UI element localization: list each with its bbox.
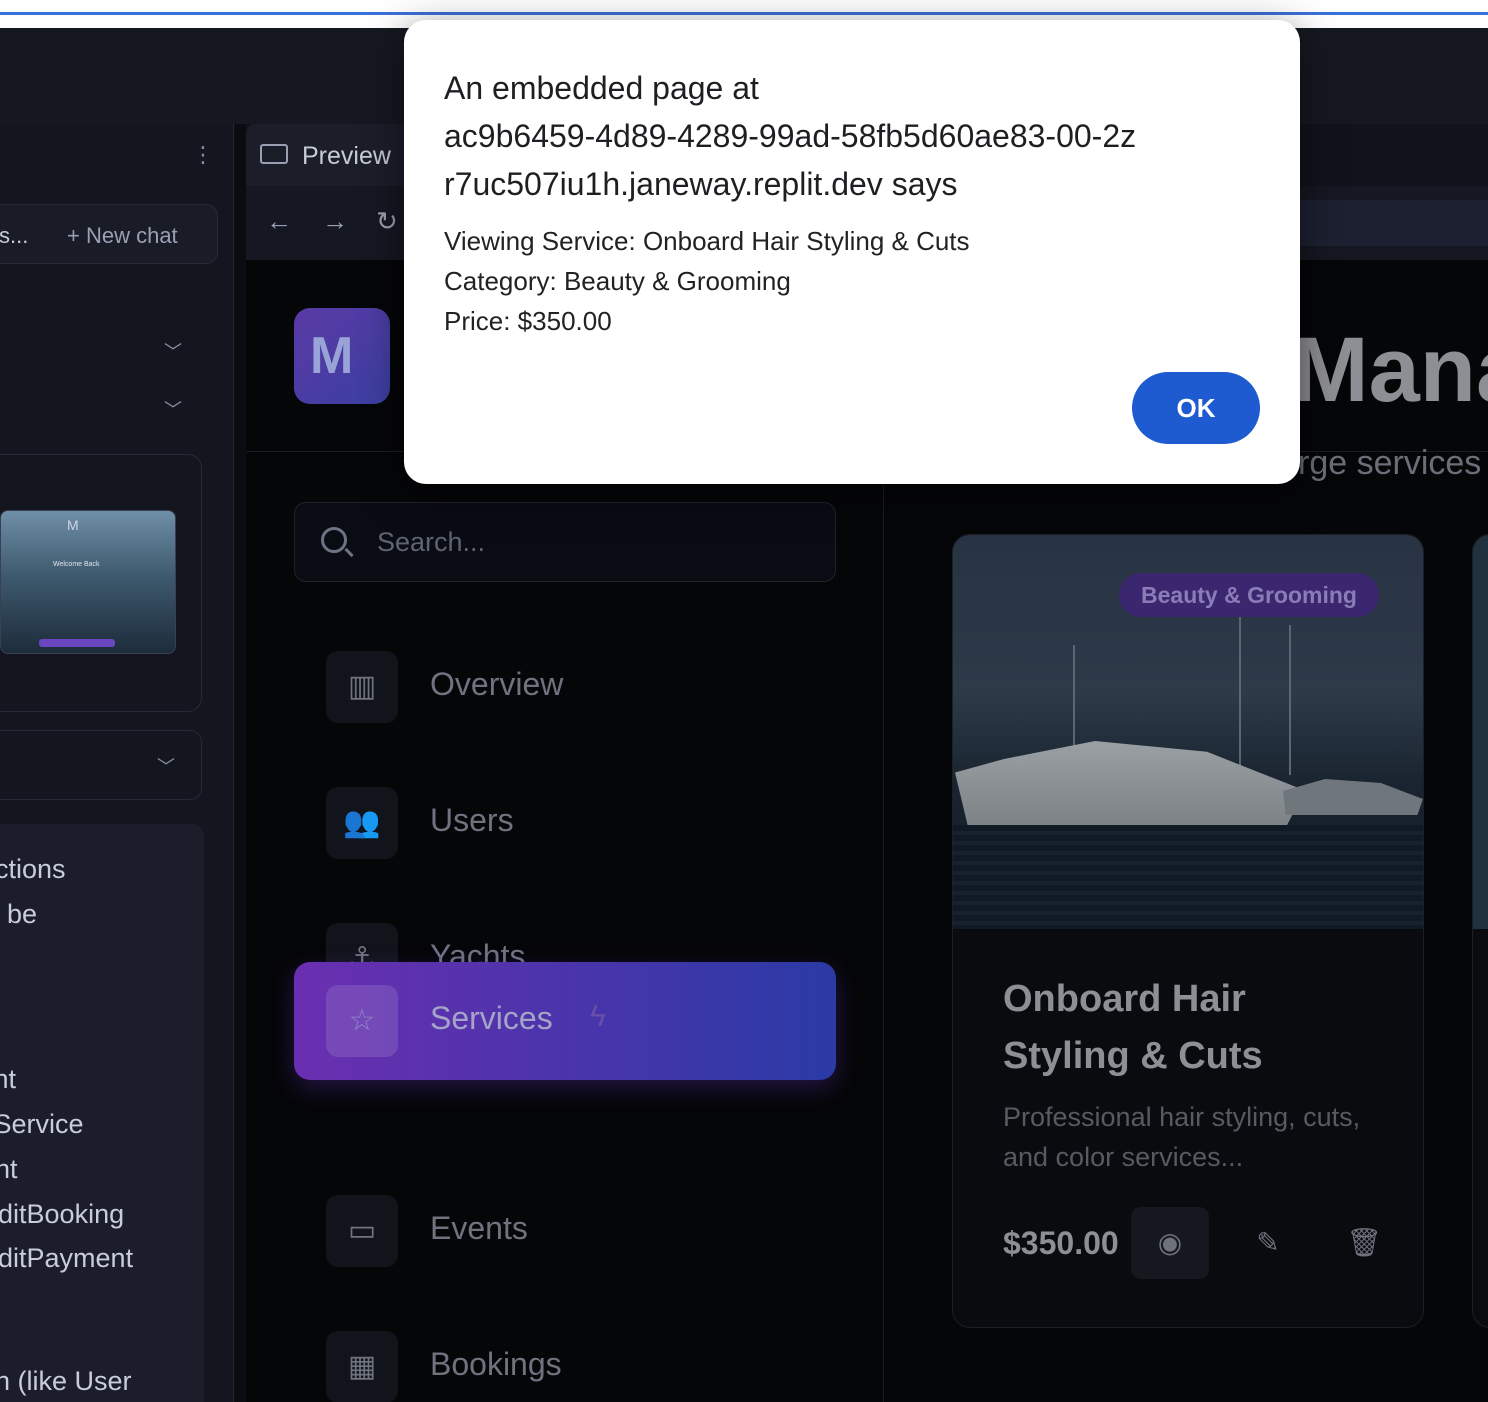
bar-chart-icon: ▥ [326,651,398,723]
trash-icon: 🗑 [1346,1227,1382,1258]
page-subtitle: rge services [1298,444,1482,482]
dialog-message-line: Category: Beauty & Grooming [444,266,791,296]
service-description: Professional hair styling, cuts, and col… [1003,1102,1361,1172]
reload-icon[interactable]: ↻ [376,206,398,237]
page-title: Mana [1292,319,1488,421]
ok-button[interactable]: OK [1132,372,1260,444]
app-logo[interactable]: M [294,308,390,404]
dialog-title-line: r7uc507iu1h.janeway.replit.dev says [444,166,958,202]
message-line: w be [0,899,38,929]
category-badge: Beauty & Grooming [1119,573,1379,617]
back-arrow-icon[interactable]: ← [266,206,292,237]
delete-button[interactable]: 🗑 [1325,1207,1403,1279]
nav-item-label: Events [430,1210,528,1246]
dialog-title-line: ac9b6459-4d89-4289-99ad-58fb5d60ae83-00-… [444,118,1137,154]
users-icon: 👥 [326,787,398,859]
service-image: Beauty & Grooming [953,535,1423,929]
forward-arrow-icon[interactable]: → [322,206,348,237]
dialog-message-line: Viewing Service: Onboard Hair Styling & … [444,226,970,256]
view-button[interactable]: ◉ [1131,1207,1209,1279]
chat-header-bar: s... + New chat [0,204,218,264]
nav-item-events[interactable]: ▭ Events [294,1172,836,1290]
star-icon: ☆ [326,985,398,1057]
yacht-shape [955,741,1305,831]
search-placeholder: Search... [377,527,486,557]
screenshot-thumbnail[interactable]: M Welcome Back [0,510,176,654]
nav-item-label: Users [430,802,514,838]
message-line: cht [0,1064,17,1094]
agent-sidebar: ⋮ s... + New chat ﹀ ﹀ M Welcome Back ﹀ n… [0,124,234,1402]
more-options-icon[interactable]: ⋮ [192,144,214,166]
nav-item-users[interactable]: 👥 Users [294,764,836,882]
alert-dialog: An embedded page at ac9b6459-4d89-4289-9… [404,20,1300,484]
message-line: nctions [0,854,66,884]
thumbnail-button-shape [39,639,115,647]
service-card[interactable]: Beauty & Grooming Onboard Hair Styling &… [952,534,1424,1328]
thumbnail-logo-icon: M [67,517,79,533]
nav-item-label: Services [430,1000,553,1036]
dialog-title: An embedded page at ac9b6459-4d89-4289-9… [444,64,1274,208]
nav-item-label: Overview [430,666,564,702]
service-card-partial[interactable] [1472,534,1488,1328]
search-input[interactable]: Search... [294,502,836,582]
eye-icon: ◉ [1157,1227,1183,1258]
dialog-title-line: An embedded page at [444,70,759,106]
calendar-icon: ▭ [326,1195,398,1267]
logo-icon: M [310,327,354,385]
collapsible-section[interactable]: ﹀ [0,730,202,800]
nav-item-label: Bookings [430,1346,562,1382]
new-chat-button[interactable]: + New chat [67,223,178,249]
monitor-icon [260,144,288,164]
water-shape [953,825,1423,929]
message-line: on (like User [0,1366,132,1396]
thumbnail-welcome-text: Welcome Back [53,561,100,568]
message-line: EditPayment [0,1243,134,1273]
app-sidebar-nav: Search... ▥ Overview 👥 Users ⚓ Yachts ☆ … [246,452,884,1402]
chevron-down-icon[interactable]: ﹀ [164,338,182,364]
service-price: $350.00 [1003,1225,1119,1261]
dialog-message-line: Price: $350.00 [444,306,612,336]
nav-item-services[interactable]: ☆ Services ϟ [294,962,836,1080]
message-line: EditBooking [0,1199,125,1229]
chat-title-truncated[interactable]: s... [0,223,28,249]
nav-item-overview[interactable]: ▥ Overview [294,628,836,746]
tab-preview[interactable]: Preview [246,124,416,186]
search-icon [321,527,347,553]
tab-preview-label: Preview [302,142,391,170]
message-line: ent [0,1154,18,1184]
service-title: Onboard Hair Styling & Cuts [1003,978,1263,1077]
message-line: itService [0,1109,84,1139]
nav-item-bookings[interactable]: ▦ Bookings [294,1308,836,1402]
chevron-down-icon[interactable]: ﹀ [164,396,182,422]
lightning-icon: ϟ [590,1000,606,1033]
yacht-shape [1283,779,1423,815]
calendar-grid-icon: ▦ [326,1331,398,1402]
edit-button[interactable]: ✎ [1229,1207,1307,1279]
chevron-down-icon[interactable]: ﹀ [157,753,175,779]
agent-message-panel: nctions w be . cht itService ent EditBoo… [0,824,204,1402]
edit-icon: ✎ [1256,1227,1280,1258]
